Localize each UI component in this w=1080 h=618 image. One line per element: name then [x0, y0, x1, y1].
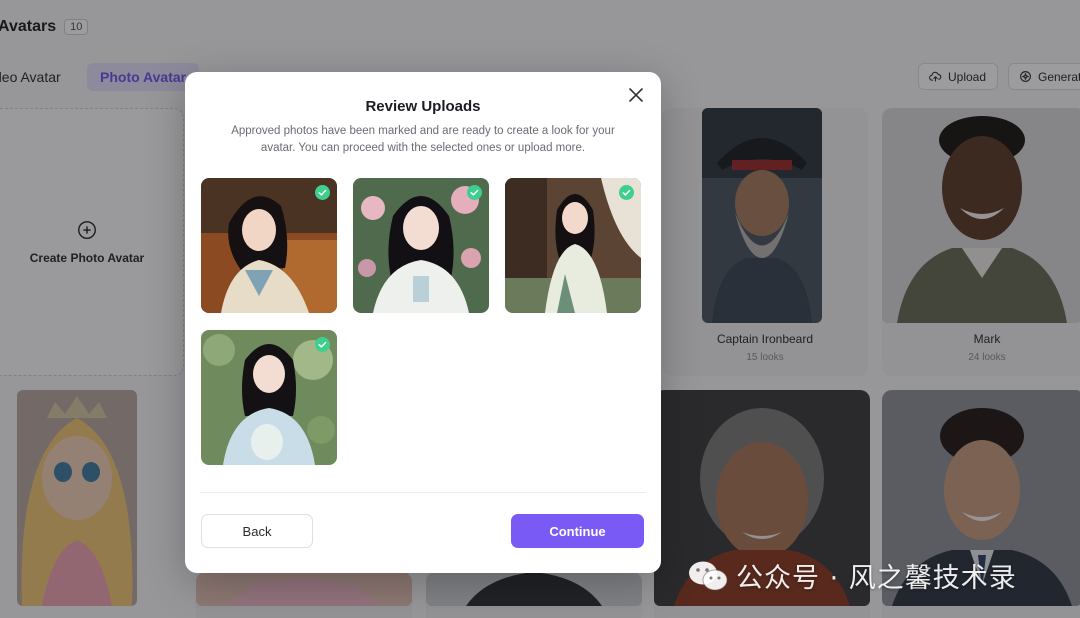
watermark: 公众号 · 风之馨技术录	[688, 556, 1017, 595]
uploaded-photo-4[interactable]	[201, 330, 337, 465]
modal-divider	[200, 492, 646, 493]
modal-title: Review Uploads	[365, 98, 481, 115]
check-circle-icon	[315, 337, 330, 352]
check-circle-icon	[315, 185, 330, 200]
uploaded-photo-3[interactable]	[505, 178, 641, 313]
back-button[interactable]: Back	[201, 514, 313, 548]
watermark-text: 公众号 · 风之馨技术录	[736, 563, 1017, 594]
review-uploads-modal: Review Uploads Approved photos have been…	[185, 72, 661, 573]
check-circle-icon	[619, 185, 634, 200]
check-circle-icon	[467, 185, 482, 200]
uploaded-photo-1[interactable]	[201, 178, 337, 313]
wechat-logo-icon	[689, 561, 728, 590]
modal-description: Approved photos have been marked and are…	[231, 125, 615, 154]
continue-button[interactable]: Continue	[511, 514, 644, 548]
uploaded-photo-2[interactable]	[353, 178, 489, 313]
